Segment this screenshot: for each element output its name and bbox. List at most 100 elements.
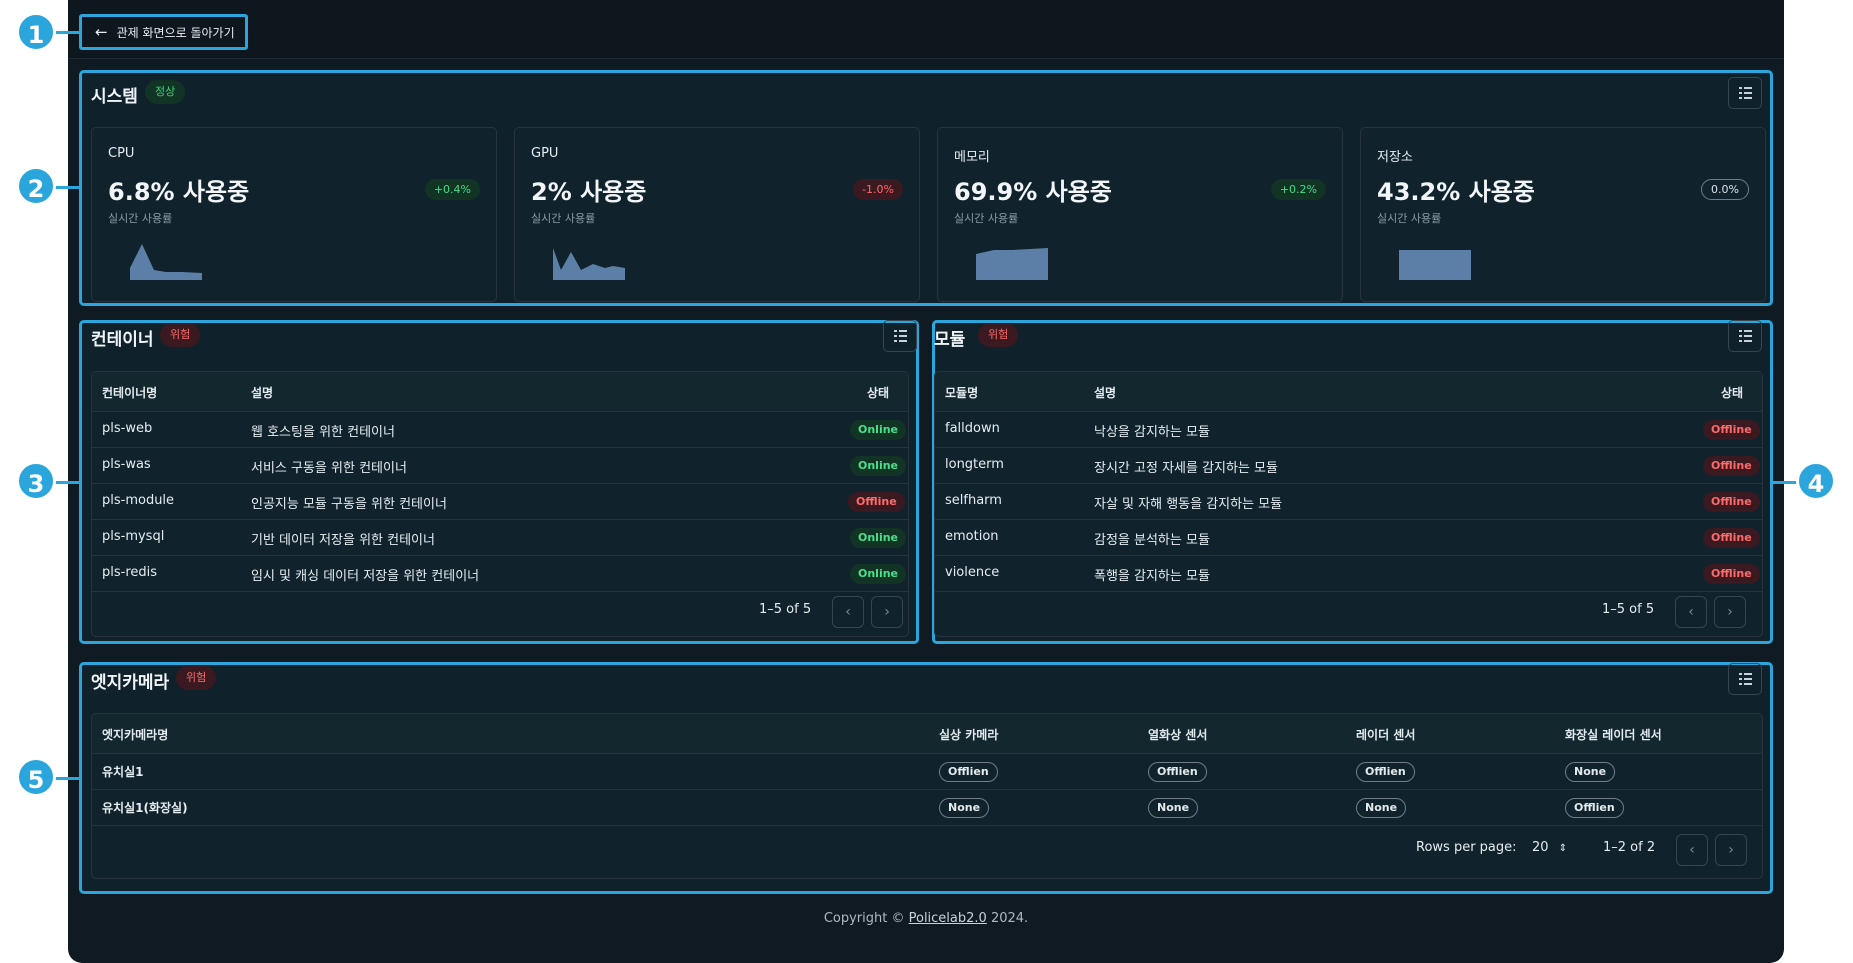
table-pagination: 1–5 of 5 ‹ ›: [935, 586, 1762, 636]
edge-camera-table: 엣지카메라명 실상 카메라 열화상 센서 레이더 센서 화장실 레이더 센서 유…: [91, 713, 1763, 879]
metric-value: 69.9% 사용중: [954, 178, 1112, 206]
copyright-prefix: Copyright ©: [823, 911, 905, 926]
metric-name: 메모리: [954, 150, 990, 165]
table-row[interactable]: pls-was 서비스 구동을 위한 컨테이너 Online: [92, 448, 908, 484]
container-name: pls-mysql: [102, 529, 165, 544]
column-header[interactable]: 설명: [251, 384, 273, 401]
metric-name: GPU: [531, 146, 559, 161]
metric-subtitle: 실시간 사용률: [531, 212, 596, 225]
rows-per-page-select[interactable]: 20 ⇕: [1532, 840, 1567, 855]
table-row[interactable]: falldown 낙상을 감지하는 모듈 Offline: [935, 412, 1762, 448]
metric-delta-badge: +0.4%: [424, 179, 480, 200]
modules-menu-button[interactable]: [1728, 320, 1762, 352]
metric-card-gpu: GPU 2% 사용중 실시간 사용률 -1.0%: [514, 127, 920, 302]
back-to-monitoring-button[interactable]: ← 관제 화면으로 돌아가기: [79, 14, 248, 50]
metric-card-storage: 저장소 43.2% 사용중 실시간 사용률 0.0%: [1360, 127, 1766, 302]
table-row[interactable]: longterm 장시간 고정 자세를 감지하는 모듈 Offline: [935, 448, 1762, 484]
column-header[interactable]: 열화상 센서: [1148, 726, 1207, 743]
module-description: 낙상을 감지하는 모듈: [1094, 425, 1210, 440]
module-description: 자살 및 자해 행동을 감지하는 모듈: [1094, 497, 1283, 512]
system-status-badge: 정상: [145, 80, 186, 104]
status-badge: Online: [850, 528, 907, 548]
containers-title: 컨테이너: [91, 330, 154, 350]
marker-connector: [55, 777, 79, 780]
metric-value: 43.2% 사용중: [1377, 178, 1535, 206]
container-description: 서비스 구동을 위한 컨테이너: [251, 461, 407, 476]
table-row[interactable]: 유치실1(화장실) None None None Offlien: [92, 790, 1762, 826]
page-range: 1–2 of 2: [1603, 840, 1656, 855]
policelab-link[interactable]: Policelab2.0: [909, 911, 987, 926]
chevron-up-down-icon: ⇕: [1558, 843, 1568, 854]
column-header[interactable]: 레이더 센서: [1356, 726, 1415, 743]
modules-title: 모듈: [934, 330, 966, 350]
container-name: pls-module: [102, 493, 175, 508]
next-page-button[interactable]: ›: [871, 596, 903, 628]
container-name: pls-was: [102, 457, 151, 472]
column-header[interactable]: 컨테이너명: [102, 384, 157, 401]
status-badge: Offline: [1703, 564, 1760, 584]
metric-card-cpu: CPU 6.8% 사용중 실시간 사용률 +0.4%: [91, 127, 497, 302]
module-description: 장시간 고정 자세를 감지하는 모듈: [1094, 461, 1278, 476]
gpu-sparkline: [553, 248, 625, 280]
table-row[interactable]: pls-module 인공지능 모듈 구동을 위한 컨테이너 Offline: [92, 484, 908, 520]
edge-camera-menu-button[interactable]: [1728, 663, 1762, 695]
column-header[interactable]: 모듈명: [945, 384, 978, 401]
marker-connector: [55, 186, 79, 189]
list-icon: [893, 330, 907, 332]
status-badge: Online: [850, 564, 907, 584]
module-name: falldown: [945, 421, 1000, 436]
prev-page-button[interactable]: ‹: [832, 596, 864, 628]
annotation-marker-5: 5: [16, 757, 56, 797]
containers-menu-button[interactable]: [883, 320, 917, 352]
edge-camera-status-badge: 위험: [176, 666, 217, 690]
column-header[interactable]: 엣지카메라명: [102, 726, 168, 743]
prev-page-button[interactable]: ‹: [1676, 834, 1708, 866]
column-header[interactable]: 상태: [867, 384, 889, 401]
prev-page-button[interactable]: ‹: [1675, 596, 1707, 628]
modules-table: 모듈명 설명 상태 falldown 낙상을 감지하는 모듈 Offline l…: [934, 371, 1763, 637]
status-badge: Online: [850, 456, 907, 476]
list-icon: [1738, 87, 1752, 89]
column-header[interactable]: 상태: [1721, 384, 1743, 401]
sensor-status-chip: None: [1565, 762, 1616, 782]
container-description: 임시 및 캐싱 데이터 저장을 위한 컨테이너: [251, 569, 480, 584]
storage-sparkline: [1399, 250, 1471, 280]
marker-connector: [55, 481, 79, 484]
containers-table: 컨테이너명 설명 상태 pls-web 웹 호스팅을 위한 컨테이너 Onlin…: [91, 371, 909, 637]
table-header: 모듈명 설명 상태: [935, 372, 1762, 412]
annotation-marker-1: 1: [16, 12, 56, 52]
sensor-status-chip: Offlien: [1356, 762, 1415, 782]
metric-name: 저장소: [1377, 150, 1413, 165]
annotation-marker-2: 2: [16, 166, 56, 206]
metric-subtitle: 실시간 사용률: [1377, 212, 1442, 225]
column-header[interactable]: 설명: [1094, 384, 1116, 401]
sensor-status-chip: Offlien: [939, 762, 998, 782]
page-range: 1–5 of 5: [1602, 602, 1655, 617]
table-row[interactable]: emotion 감정을 분석하는 모듈 Offline: [935, 520, 1762, 556]
module-name: violence: [945, 565, 1000, 580]
status-badge: Offline: [1703, 420, 1760, 440]
next-page-button[interactable]: ›: [1715, 834, 1747, 866]
metric-subtitle: 실시간 사용률: [954, 212, 1019, 225]
table-row[interactable]: selfharm 자살 및 자해 행동을 감지하는 모듈 Offline: [935, 484, 1762, 520]
metric-subtitle: 실시간 사용률: [108, 212, 173, 225]
sensor-status-chip: Offlien: [1148, 762, 1207, 782]
list-icon: [1738, 673, 1752, 675]
module-name: emotion: [945, 529, 999, 544]
edge-camera-name: 유치실1(화장실): [102, 801, 188, 815]
table-pagination: Rows per page: 20 ⇕ 1–2 of 2 ‹ ›: [92, 824, 1762, 878]
next-page-button[interactable]: ›: [1714, 596, 1746, 628]
table-row[interactable]: pls-mysql 기반 데이터 저장을 위한 컨테이너 Online: [92, 520, 908, 556]
table-header: 엣지카메라명 실상 카메라 열화상 센서 레이더 센서 화장실 레이더 센서: [92, 714, 1762, 754]
module-description: 폭행을 감지하는 모듈: [1094, 569, 1210, 584]
column-header[interactable]: 화장실 레이더 센서: [1565, 726, 1662, 743]
system-menu-button[interactable]: [1728, 77, 1762, 109]
annotation-marker-3: 3: [16, 461, 56, 501]
table-row[interactable]: pls-web 웹 호스팅을 위한 컨테이너 Online: [92, 412, 908, 448]
status-badge: Offline: [1703, 456, 1760, 476]
page-range: 1–5 of 5: [759, 602, 812, 617]
table-row[interactable]: 유치실1 Offlien Offlien Offlien None: [92, 754, 1762, 790]
top-bar: ← 관제 화면으로 돌아가기: [68, 0, 1784, 59]
column-header[interactable]: 실상 카메라: [939, 726, 998, 743]
edge-camera-name: 유치실1: [102, 765, 144, 779]
